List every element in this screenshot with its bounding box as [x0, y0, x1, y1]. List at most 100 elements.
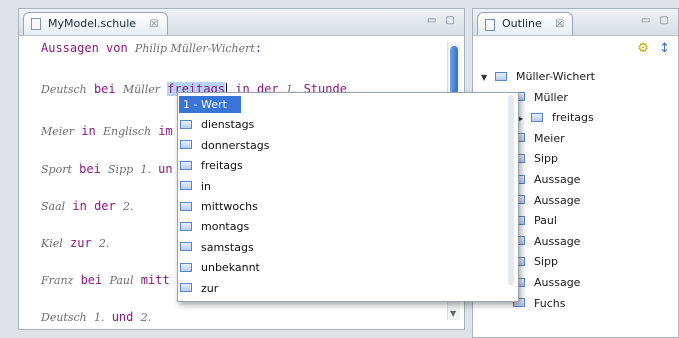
- file-icon: [31, 18, 41, 30]
- outline-item-label: Aussage: [534, 173, 581, 186]
- identifier-token: 2.: [122, 200, 134, 213]
- editor-tab[interactable]: MyModel.schule ☒: [23, 12, 168, 35]
- keyword-token: und: [104, 310, 141, 324]
- editor-tab-bar: MyModel.schule ☒ ▭ ▢: [19, 9, 464, 36]
- proposal-icon: [180, 283, 192, 293]
- outline-tab-title: Outline: [502, 17, 542, 30]
- proposal-item[interactable]: in: [180, 178, 211, 195]
- identifier-token: Deutsch: [41, 311, 87, 324]
- identifier-token: Müller: [122, 83, 161, 96]
- proposal-label: in: [201, 179, 212, 193]
- code-line[interactable]: Deutsch 1. und 2.: [41, 310, 151, 324]
- outline-item-label: Sipp: [534, 152, 559, 166]
- proposal-item-selected[interactable]: 1 - Wert: [179, 96, 241, 113]
- keyword-token: bei: [86, 82, 123, 96]
- content-assist-popup: 1 - Wert dienstags donnerstags freitags in mi…: [177, 92, 519, 302]
- keyword-token: im: [151, 124, 173, 138]
- identifier-token: Deutsch: [41, 83, 87, 96]
- identifier-token: Meier: [41, 125, 75, 138]
- outline-toolbar: ⚙ ↕: [637, 41, 670, 56]
- code-line[interactable]: Franz bei Paul mitt: [41, 273, 170, 287]
- proposal-label: zur: [201, 281, 219, 295]
- keyword-token: bei: [73, 273, 110, 287]
- outline-item-label: Aussage: [534, 193, 581, 207]
- identifier-token: Englisch: [102, 125, 152, 138]
- outline-item-label: Aussage: [534, 276, 581, 289]
- keyword-token: :: [254, 41, 263, 55]
- element-icon: [531, 112, 543, 122]
- outline-item-label: Meier: [534, 131, 565, 145]
- proposal-item[interactable]: freitags: [180, 157, 243, 174]
- popup-scrollbar[interactable]: [506, 95, 516, 297]
- identifier-token: Sipp: [108, 163, 134, 176]
- identifier-token: 1.: [93, 311, 105, 324]
- outline-tab-bar: Outline ☒ ▭ ▢: [473, 9, 678, 36]
- code-line[interactable]: Saal in der 2.: [41, 199, 133, 213]
- scrollbar-thumb[interactable]: [450, 46, 458, 94]
- keyword-token: mitt: [133, 273, 170, 287]
- keyword-token: [87, 310, 94, 324]
- proposal-icon: [180, 262, 192, 272]
- code-line[interactable]: Sport bei Sipp 1. un: [41, 162, 173, 176]
- outline-tree-item[interactable]: ▶ freitags: [517, 111, 594, 124]
- close-tab-icon[interactable]: ☒: [150, 19, 159, 30]
- outline-tab[interactable]: Outline ☒: [477, 12, 574, 35]
- outline-item-label: freitags: [552, 111, 594, 125]
- outline-icon: [485, 19, 495, 31]
- keyword-token: in: [74, 124, 103, 138]
- proposal-label: dienstags: [201, 118, 255, 132]
- proposal-icon: [180, 160, 192, 170]
- proposal-label: donnerstags: [201, 138, 270, 152]
- identifier-token: Saal: [41, 200, 66, 213]
- proposal-item[interactable]: montags: [180, 218, 249, 235]
- code-line[interactable]: Kiel zur 2.: [41, 236, 109, 250]
- close-tab-icon[interactable]: ☒: [555, 19, 564, 30]
- editor-tab-title: MyModel.schule: [48, 17, 137, 30]
- proposal-label: unbekannt: [201, 261, 260, 275]
- outline-item-label: Fuchs: [534, 296, 566, 310]
- proposal-item[interactable]: samstags: [180, 239, 254, 256]
- keyword-token: in der: [65, 199, 123, 213]
- proposal-label: mittwochs: [201, 200, 258, 213]
- proposal-item[interactable]: zur: [180, 280, 218, 297]
- proposal-icon: [180, 221, 192, 231]
- outline-item-label: Paul: [534, 214, 557, 228]
- filter-icon[interactable]: ⚙: [637, 41, 649, 56]
- scroll-down-arrow-icon[interactable]: ▼: [450, 309, 456, 318]
- outline-item-label: Müller: [534, 90, 568, 104]
- popup-scrollbar-thumb[interactable]: [508, 95, 514, 285]
- proposal-item[interactable]: mittwochs: [180, 198, 258, 215]
- proposal-icon: [180, 181, 192, 191]
- keyword-token: Aussagen von: [41, 41, 135, 55]
- keyword-token: un: [150, 162, 173, 176]
- outline-tree-item[interactable]: ▼ Müller-Wichert: [481, 70, 595, 83]
- proposal-icon: [180, 119, 192, 129]
- identifier-token: Philip Müller-Wichert: [134, 42, 255, 55]
- proposal-item[interactable]: unbekannt: [180, 259, 260, 276]
- code-line[interactable]: Aussagen von Philip Müller-Wichert:: [41, 41, 262, 55]
- keyword-token: zur: [62, 236, 99, 250]
- identifier-token: Paul: [109, 274, 134, 287]
- proposal-label: samstags: [201, 240, 254, 254]
- proposal-item[interactable]: donnerstags: [180, 137, 269, 154]
- proposal-icon: [180, 201, 192, 211]
- outline-item-label: Müller-Wichert: [516, 70, 595, 83]
- outline-item-label: Aussage: [534, 234, 581, 248]
- proposal-icon: [180, 242, 192, 252]
- code-line[interactable]: Meier in Englisch im: [41, 124, 173, 138]
- element-icon: [495, 71, 507, 81]
- identifier-token: Franz: [41, 274, 74, 287]
- outline-item-label: Sipp: [534, 255, 559, 269]
- outline-window-controls[interactable]: ▭ ▢: [641, 15, 672, 26]
- identifier-token: Kiel: [41, 237, 63, 250]
- sort-alpha-icon[interactable]: ↕: [659, 41, 670, 56]
- expanded-twisty-icon[interactable]: ▼: [481, 73, 490, 82]
- identifier-token: Sport: [41, 163, 72, 176]
- proposal-item[interactable]: dienstags: [180, 116, 254, 133]
- proposal-label: montags: [201, 220, 250, 234]
- editor-window-controls[interactable]: ▭ ▢: [427, 15, 458, 26]
- identifier-token: 2.: [140, 311, 152, 324]
- identifier-token: 1.: [140, 163, 151, 176]
- identifier-token: 2.: [98, 237, 110, 250]
- proposal-label: freitags: [201, 159, 243, 173]
